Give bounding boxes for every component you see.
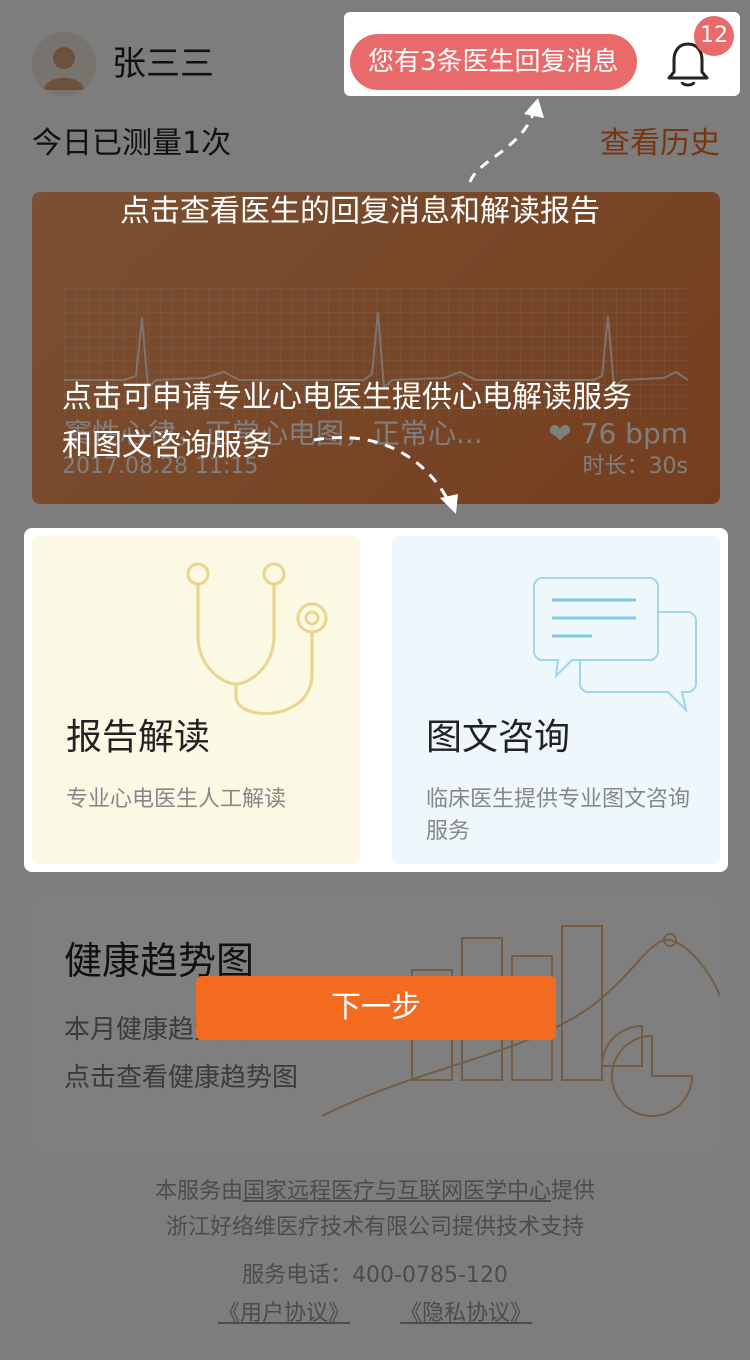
consult-desc: 临床医生提供专业图文咨询服务 — [426, 787, 691, 844]
guide-arrows — [313, 98, 544, 514]
arrowhead-down-icon — [440, 494, 458, 514]
text-image-consult-card[interactable]: 图文咨询 临床医生提供专业图文咨询服务 — [392, 536, 720, 864]
report-interpretation-card[interactable]: 报告解读 专业心电医生人工解读 — [32, 536, 360, 864]
next-step-button[interactable]: 下一步 — [196, 976, 556, 1040]
stethoscope-icon — [186, 562, 328, 715]
report-title: 报告解读 — [66, 717, 211, 758]
chat-bubbles-icon — [533, 577, 697, 712]
arrowhead-up-icon — [524, 98, 544, 118]
consult-title: 图文咨询 — [426, 717, 571, 758]
arrow-to-notification-icon — [468, 111, 536, 183]
services-highlight: 报告解读 专业心电医生人工解读 图文咨询 临床医生提供专业图文咨询服务 — [24, 528, 728, 872]
arrow-to-services-icon — [313, 436, 450, 501]
report-desc: 专业心电医生人工解读 — [66, 787, 287, 812]
